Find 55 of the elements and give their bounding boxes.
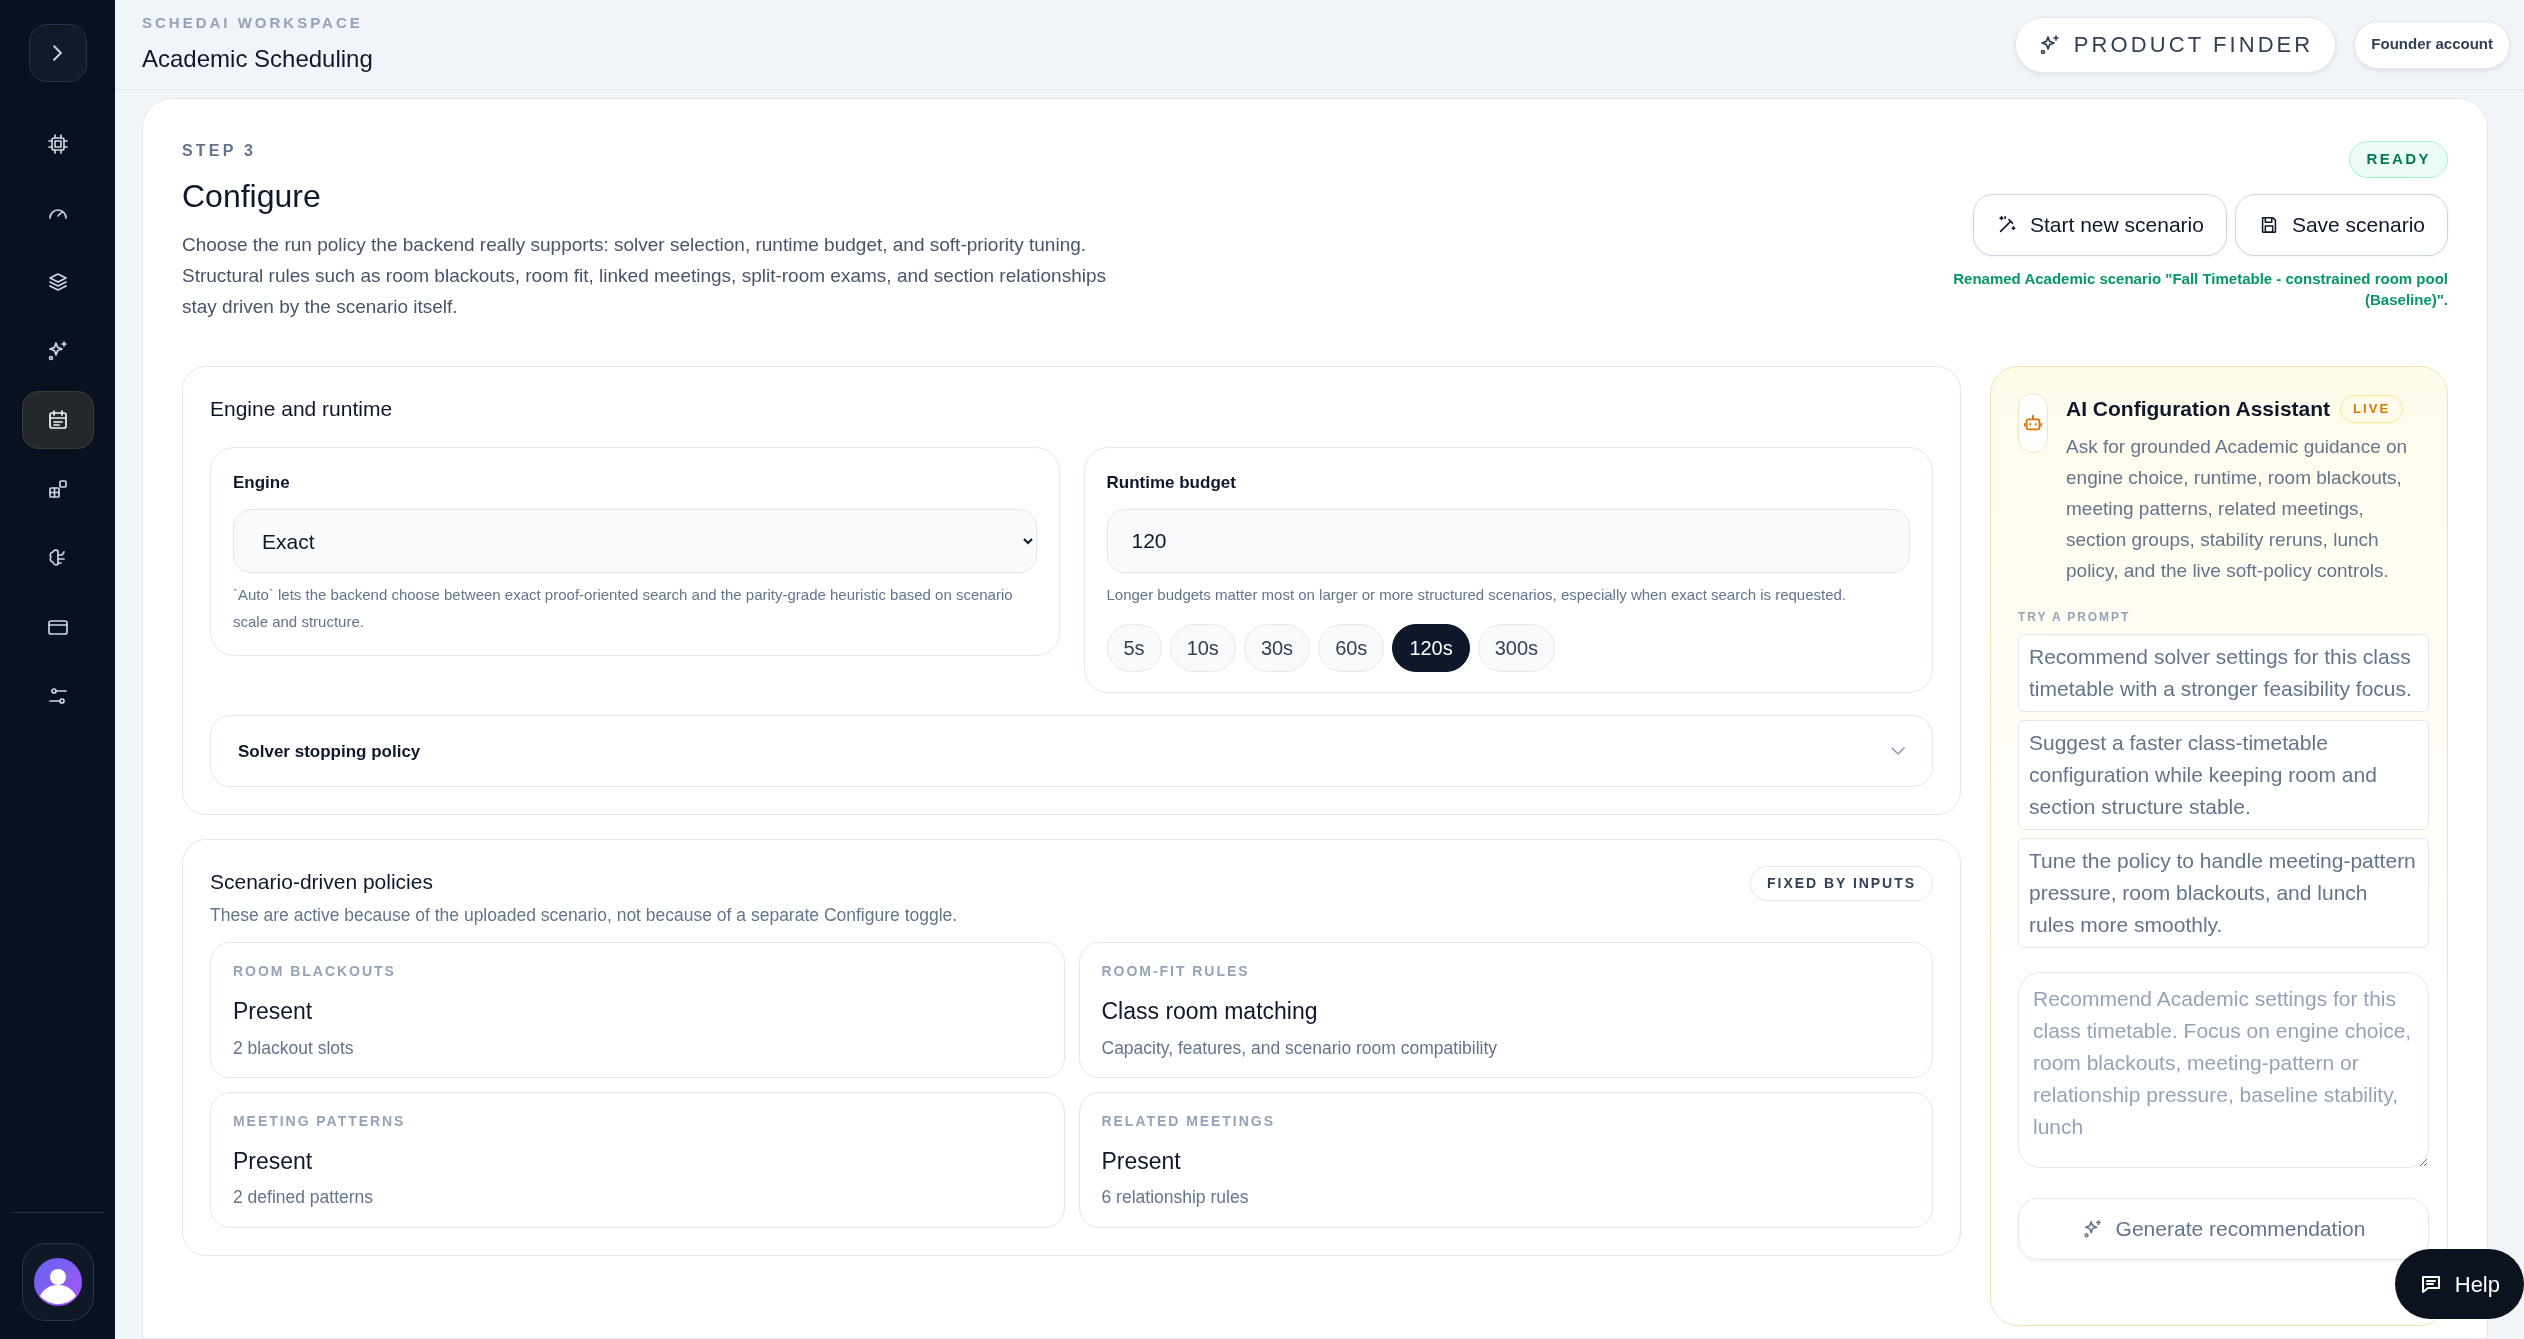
assistant-title: AI Configuration Assistant xyxy=(2066,396,2331,423)
prompt-suggestion[interactable]: Tune the policy to handle meeting-pattern pressure, room blackouts, and lunch rules more smoothly. xyxy=(2018,837,2429,948)
section-title: Configure xyxy=(182,177,322,216)
field-label: Engine xyxy=(233,471,291,494)
policy-label: ROOM BLACKOUTS xyxy=(233,962,397,982)
card-title: Scenario-driven policies xyxy=(210,869,434,896)
help-button[interactable]: Help xyxy=(2394,1249,2524,1319)
prompt-suggestion[interactable]: Recommend solver settings for this class timetable with a stronger feasibility focus. xyxy=(2018,633,2429,712)
card-subtitle: These are active because of the uploaded scenario, not because of a separate Configure toggle. xyxy=(210,903,958,927)
engine-select[interactable]: Exact xyxy=(233,509,1037,574)
prompts-label: TRY A PROMPT xyxy=(2018,608,2132,626)
preset-chip[interactable]: 300s xyxy=(1477,624,1556,673)
field-label: Runtime budget xyxy=(1106,471,1237,494)
preset-chip[interactable]: 5s xyxy=(1106,624,1162,673)
policy-detail: 2 defined patterns xyxy=(233,1186,375,1210)
status-message: Renamed Academic scenario "Fall Timetable - constrained room pool (Baseline)". xyxy=(1952,268,2448,310)
policy-label: ROOM-FIT RULES xyxy=(1101,962,1251,982)
policy-value: Present xyxy=(1101,1146,1182,1176)
new-scenario-button[interactable]: Start new scenario xyxy=(1973,193,2227,256)
profile-button[interactable] xyxy=(21,1243,94,1321)
card-title: Engine and runtime xyxy=(210,396,394,423)
policy-detail: 6 relationship rules xyxy=(1101,1186,1250,1210)
policy-label: MEETING PATTERNS xyxy=(233,1111,407,1131)
prompt-suggestion[interactable]: Suggest a faster class-timetable configuration while keeping room and section structure stable. xyxy=(2018,719,2429,830)
workspace-label: SCHEDAI WORKSPACE xyxy=(142,13,364,34)
chip-icon xyxy=(45,132,70,156)
preset-chip[interactable]: 60s xyxy=(1318,624,1385,673)
account-button[interactable]: Founder account xyxy=(2354,20,2510,69)
step-label: STEP 3 xyxy=(182,141,258,161)
page-title: Academic Scheduling xyxy=(142,43,373,74)
policy-value: Class room matching xyxy=(1101,997,1319,1027)
policy-value: Present xyxy=(233,997,314,1027)
product-finder-button[interactable]: PRODUCT FINDER xyxy=(2014,16,2337,73)
stopping-policy-toggle[interactable]: Solver stopping policy xyxy=(210,715,1933,788)
generate-button[interactable]: Generate recommendation xyxy=(2018,1197,2429,1260)
avatar-icon xyxy=(33,1258,82,1306)
section-description: Choose the run policy the backend really supports: solver selection, runtime budget, and soft-priority tuning. Structural rules such as room blackouts, room fit, linked meetings, split-room exams, and section relationships stay driven by the scenario itself. xyxy=(182,233,1107,320)
runtime-input[interactable]: 120 xyxy=(1106,509,1910,574)
preset-chip[interactable]: 10s xyxy=(1169,624,1236,673)
preset-chip[interactable]: 120s xyxy=(1392,624,1470,673)
prompt-field[interactable]: Recommend Academic settings for this class timetable. Focus on engine choice, room blackouts, meeting-pattern or relationship pressure, baseline stability, lunch xyxy=(2018,971,2429,1168)
chevron-right-icon xyxy=(53,45,62,61)
help-text: `Auto` lets the backend choose between exact proof-oriented search and the parity-grade heuristic based on scenario scale and structure. xyxy=(233,585,1014,633)
sparkle-icon xyxy=(2081,1217,2104,1240)
policy-label: RELATED MEETINGS xyxy=(1101,1111,1276,1131)
assistant-description: Ask for grounded Academic guidance on engine choice, runtime, room blackouts, meeting patterns, related meetings, section groups, stability reruns, lunch policy, and the live soft-policy controls. xyxy=(2066,434,2409,583)
policy-detail: Capacity, features, and scenario room compatibility xyxy=(1101,1036,1499,1060)
policy-value: Present xyxy=(233,1146,314,1176)
policy-detail: 2 blackout slots xyxy=(233,1036,355,1060)
help-text: Longer budgets matter most on larger or more structured scenarios, especially when exact search is requested. xyxy=(1106,585,1848,606)
status-badge: READY xyxy=(2349,141,2448,178)
preset-chip[interactable]: 30s xyxy=(1243,624,1311,673)
save-scenario-button[interactable]: Save scenario xyxy=(2234,193,2448,256)
chevron-down-icon xyxy=(1891,747,1905,756)
sidebar-item[interactable] xyxy=(21,391,94,449)
